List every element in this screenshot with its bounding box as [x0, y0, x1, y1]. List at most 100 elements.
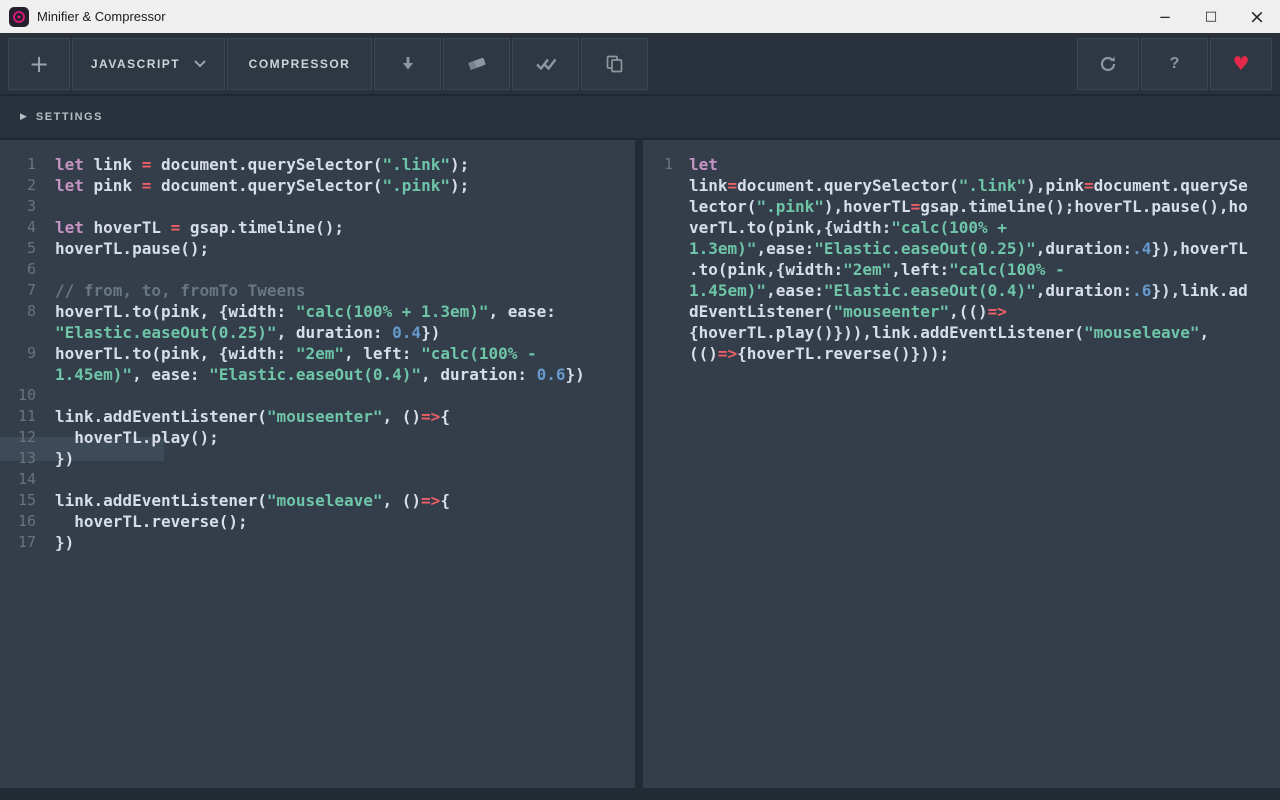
line-number: 10	[17, 386, 36, 404]
code-line[interactable]: .to(pink,{width:"2em",left:"calc(100% -	[673, 259, 1065, 280]
heart-icon: ♥	[1232, 52, 1250, 75]
help-icon: ?	[1169, 54, 1180, 72]
code-line[interactable]: 1.45em)", ease: "Elastic.easeOut(0.4)", …	[36, 364, 585, 385]
maximize-button[interactable]: □	[1188, 0, 1234, 33]
code-line[interactable]: link.addEventListener("mouseleave", ()=>…	[36, 490, 450, 511]
source-editor-pane[interactable]: 1 let link = document.querySelector(".lin…	[0, 140, 635, 788]
code-row: 4 let hoverTL = gsap.timeline();	[0, 217, 635, 238]
eraser-icon	[467, 55, 487, 72]
line-number	[0, 364, 36, 385]
code-line[interactable]: hoverTL.play();	[36, 427, 219, 448]
code-row: 13})	[0, 448, 635, 469]
code-line[interactable]: hoverTL.to(pink, {width: "2em", left: "c…	[36, 343, 537, 364]
line-number: 6	[26, 260, 36, 278]
toolbar-left-group: + JAVASCRIPT COMPRESSOR	[8, 37, 648, 90]
code-row: 6	[0, 259, 635, 280]
code-line[interactable]: 1.3em)",ease:"Elastic.easeOut(0.25)",dur…	[673, 238, 1248, 259]
code-line[interactable]: let	[673, 154, 718, 175]
code-line[interactable]	[36, 469, 55, 490]
output-editor-code: 1 let link=document.querySelector(".link")…	[643, 154, 1280, 364]
line-number: 9	[26, 344, 36, 362]
code-line[interactable]: dEventListener("mouseenter",(()=>	[673, 301, 1007, 322]
add-file-button[interactable]: +	[8, 37, 70, 90]
code-line[interactable]	[36, 385, 55, 406]
code-row: {hoverTL.play()})),link.addEventListener…	[643, 322, 1280, 343]
code-line[interactable]: let link = document.querySelector(".link…	[36, 154, 469, 175]
download-button[interactable]	[374, 37, 441, 90]
code-line[interactable]: hoverTL.reverse();	[36, 511, 247, 532]
line-number: 2	[26, 176, 36, 194]
window-controls: − □ ×	[1142, 0, 1280, 33]
code-line[interactable]: verTL.to(pink,{width:"calc(100% +	[673, 217, 1007, 238]
code-row: 14	[0, 469, 635, 490]
line-number: 3	[26, 197, 36, 215]
code-line[interactable]: 1.45em)",ease:"Elastic.easeOut(0.4)",dur…	[673, 280, 1248, 301]
code-line[interactable]: })	[36, 532, 74, 553]
code-row: 1.45em)", ease: "Elastic.easeOut(0.4)", …	[0, 364, 635, 385]
line-number: 1	[26, 155, 36, 173]
language-dropdown[interactable]: JAVASCRIPT	[72, 37, 225, 90]
app-window: Minifier & Compressor − □ × + JAVASCRIPT…	[0, 0, 1280, 800]
code-line[interactable]	[36, 196, 55, 217]
line-number	[643, 175, 673, 196]
code-line[interactable]: (()=>{hoverTL.reverse()}));	[673, 343, 949, 364]
code-line[interactable]: hoverTL.to(pink, {width: "calc(100% + 1.…	[36, 301, 556, 322]
donate-button[interactable]: ♥	[1210, 37, 1272, 90]
code-line[interactable]: {hoverTL.play()})),link.addEventListener…	[673, 322, 1209, 343]
bottom-spacer	[0, 788, 1280, 800]
line-number	[643, 301, 673, 322]
language-dropdown-value: JAVASCRIPT	[90, 56, 181, 71]
code-line[interactable]: link.addEventListener("mouseenter", ()=>…	[36, 406, 450, 427]
output-editor-pane[interactable]: 1 let link=document.querySelector(".link")…	[643, 140, 1280, 788]
collapse-arrow-icon: ▶	[20, 112, 27, 122]
code-line[interactable]: "Elastic.easeOut(0.25)", duration: 0.4})	[36, 322, 440, 343]
app-logo-icon	[9, 6, 29, 27]
settings-label: SETTINGS	[35, 111, 103, 123]
line-number	[643, 322, 673, 343]
code-row: 1.45em)",ease:"Elastic.easeOut(0.4)",dur…	[643, 280, 1280, 301]
line-number: 5	[26, 239, 36, 257]
editor-area: 1 let link = document.querySelector(".lin…	[0, 140, 1280, 788]
line-number: 16	[17, 512, 36, 530]
code-line[interactable]	[36, 259, 55, 280]
code-line[interactable]: link=document.querySelector(".link"),pin…	[673, 175, 1248, 196]
line-number	[643, 343, 673, 364]
line-number	[643, 238, 673, 259]
code-row: .to(pink,{width:"2em",left:"calc(100% -	[643, 259, 1280, 280]
code-line[interactable]: // from, to, fromTo Tweens	[36, 280, 305, 301]
code-row: 5 hoverTL.pause();	[0, 238, 635, 259]
settings-toggle[interactable]: ▶ SETTINGS	[0, 96, 1280, 140]
line-number: 14	[17, 470, 36, 488]
refresh-icon	[1099, 55, 1117, 73]
source-editor-code: 1 let link = document.querySelector(".lin…	[0, 154, 635, 553]
code-line[interactable]: let pink = document.querySelector(".pink…	[36, 175, 469, 196]
copy-button[interactable]	[581, 37, 648, 90]
download-icon	[400, 55, 416, 72]
line-number: 8	[26, 302, 36, 320]
pane-divider	[635, 140, 643, 788]
line-number: 12	[17, 428, 36, 446]
line-number	[643, 217, 673, 238]
help-button[interactable]: ?	[1141, 37, 1208, 90]
compressor-mode-button[interactable]: COMPRESSOR	[227, 37, 372, 90]
line-number: 7	[26, 281, 36, 299]
code-row: verTL.to(pink,{width:"calc(100% +	[643, 217, 1280, 238]
code-row: 1 let link = document.querySelector(".lin…	[0, 154, 635, 175]
line-number	[643, 259, 673, 280]
line-number: 4	[26, 218, 36, 236]
clear-button[interactable]	[443, 37, 510, 90]
line-number: 17	[17, 533, 36, 551]
code-line[interactable]: lector(".pink"),hoverTL=gsap.timeline();…	[673, 196, 1248, 217]
close-button[interactable]: ×	[1234, 0, 1280, 33]
code-row: 7// from, to, fromTo Tweens	[0, 280, 635, 301]
code-row: 17})	[0, 532, 635, 553]
code-line[interactable]: })	[36, 448, 74, 469]
titlebar-left: Minifier & Compressor	[0, 6, 1142, 27]
toolbar-right-group: ? ♥	[1077, 37, 1272, 90]
refresh-button[interactable]	[1077, 37, 1139, 90]
code-line[interactable]: hoverTL.pause();	[36, 238, 209, 259]
code-row: 15 link.addEventListener("mouseleave", ()…	[0, 490, 635, 511]
minimize-button[interactable]: −	[1142, 0, 1188, 33]
code-line[interactable]: let hoverTL = gsap.timeline();	[36, 217, 344, 238]
verify-button[interactable]	[512, 37, 579, 90]
